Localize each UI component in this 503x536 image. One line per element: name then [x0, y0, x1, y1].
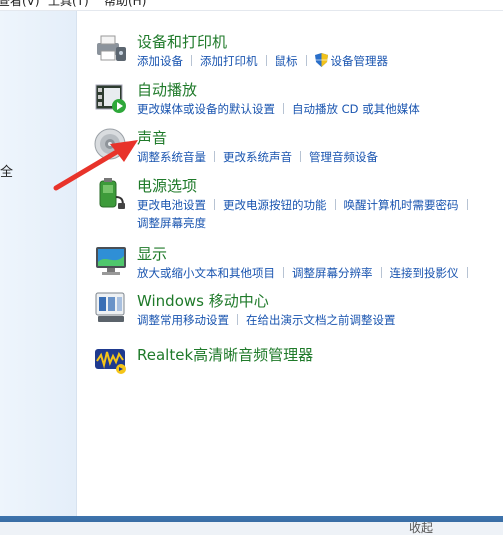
menu-help[interactable]: 帮助(H) [104, 0, 146, 9]
link-separator [380, 267, 382, 278]
link-adjust-volume[interactable]: 调整系统音量 [137, 150, 206, 164]
bottom-collapse-text[interactable]: 收起 [409, 519, 433, 536]
link-separator [191, 55, 192, 66]
bottom-strip: 收起 [0, 519, 503, 536]
link-change-battery-settings[interactable]: 更改电池设置 [137, 198, 206, 212]
link-mouse[interactable]: 鼠标 [275, 54, 298, 68]
category-links: 放大或缩小文本和其他项目 调整屏幕分辨率 连接到投影仪 [137, 265, 476, 281]
category-links: 更改电池设置 更改电源按钮的功能 唤醒计算机时需要密码 [137, 197, 476, 213]
menu-tools[interactable]: 工具(T) [48, 0, 89, 9]
link-separator [214, 151, 215, 162]
link-mobility-settings[interactable]: 调整常用移动设置 [137, 313, 229, 327]
category-title[interactable]: 自动播放 [137, 79, 197, 100]
category-title[interactable]: 电源选项 [137, 175, 197, 196]
link-add-printer[interactable]: 添加打印机 [200, 54, 258, 68]
link-device-manager[interactable]: 设备管理器 [331, 54, 389, 68]
link-separator [283, 267, 284, 278]
category-links: 更改媒体或设备的默认设置 自动播放 CD 或其他媒体 [137, 101, 420, 117]
link-separator [237, 314, 238, 325]
monitor-icon[interactable] [94, 244, 128, 278]
mobility-center-icon[interactable] [94, 291, 128, 325]
category-links: 调整常用移动设置 在给出演示文档之前调整设置 [137, 312, 396, 328]
link-connect-projector[interactable]: 连接到投影仪 [390, 266, 459, 280]
category-links-row2: 调整屏幕亮度 [137, 215, 206, 231]
link-autoplay-cd[interactable]: 自动播放 CD 或其他媒体 [292, 102, 420, 116]
link-separator [214, 199, 215, 210]
printer-icon[interactable] [94, 31, 128, 65]
link-change-sounds[interactable]: 更改系统声音 [223, 150, 292, 164]
category-links: 调整系统音量 更改系统声音 管理音频设备 [137, 149, 378, 165]
link-power-button-function[interactable]: 更改电源按钮的功能 [223, 198, 327, 212]
link-presentation-settings[interactable]: 在给出演示文档之前调整设置 [246, 313, 396, 327]
category-title[interactable]: 显示 [137, 243, 167, 264]
category-title[interactable]: 设备和打印机 [137, 31, 227, 52]
left-nav-item-cut[interactable]: 全 [0, 161, 13, 180]
link-separator [300, 151, 301, 162]
link-change-media-defaults[interactable]: 更改媒体或设备的默认设置 [137, 102, 275, 116]
uac-shield-icon [314, 53, 328, 67]
link-separator [305, 55, 307, 66]
red-annotation-arrow-icon [53, 140, 138, 191]
link-separator [334, 199, 336, 210]
link-text-size[interactable]: 放大或缩小文本和其他项目 [137, 266, 275, 280]
category-links: 添加设备 添加打印机 鼠标 设备管理器 [137, 53, 388, 69]
autoplay-icon[interactable] [94, 81, 128, 115]
category-title[interactable]: Windows 移动中心 [137, 290, 269, 311]
left-nav-pane: 全 [0, 11, 77, 516]
control-panel-content: 设备和打印机 添加设备 添加打印机 鼠标 设备管理器 自动播放 更改媒体或设备的默认设… [77, 11, 503, 516]
link-add-device[interactable]: 添加设备 [137, 54, 183, 68]
link-separator [265, 55, 267, 66]
menu-view[interactable]: 查看(V) [0, 0, 40, 9]
link-adjust-brightness[interactable]: 调整屏幕亮度 [137, 216, 206, 230]
link-screen-resolution[interactable]: 调整屏幕分辨率 [292, 266, 373, 280]
realtek-audio-icon[interactable] [94, 343, 128, 377]
link-require-password-wake[interactable]: 唤醒计算机时需要密码 [344, 198, 459, 212]
link-manage-audio-devices[interactable]: 管理音频设备 [309, 150, 378, 164]
link-separator [466, 199, 468, 210]
link-separator [466, 267, 468, 278]
category-title[interactable]: Realtek高清晰音频管理器 [137, 344, 313, 365]
menu-bar: 查看(V) 工具(T) 帮助(H) [0, 0, 503, 11]
link-separator [283, 103, 284, 114]
